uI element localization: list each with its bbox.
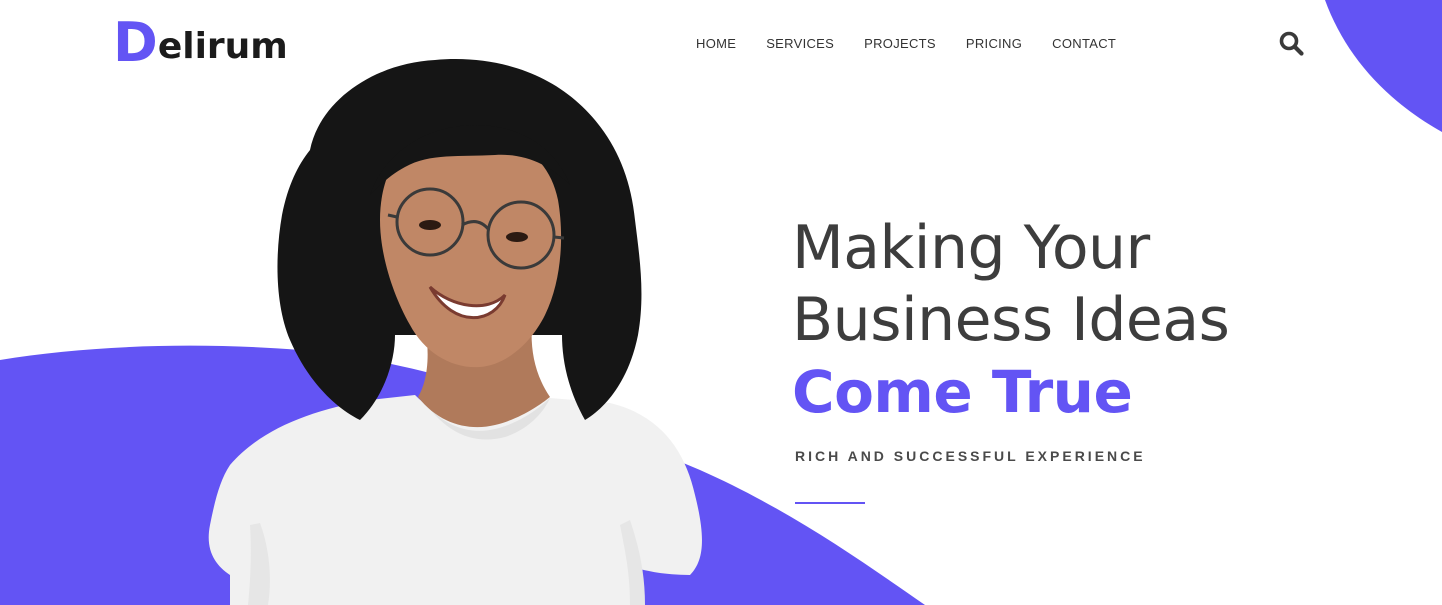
hero-heading-line1: Making Your (792, 213, 1150, 283)
search-icon (1279, 31, 1304, 56)
hero-divider (795, 502, 865, 504)
nav-services[interactable]: SERVICES (766, 36, 834, 52)
top-right-accent-blob (1325, 0, 1442, 132)
hero-heading-accent: Come True (792, 358, 1133, 426)
hero-tagline: RICH AND SUCCESSFUL EXPERIENCE (795, 448, 1146, 464)
main-nav: HOME SERVICES PROJECTS PRICING CONTACT (696, 36, 1116, 52)
nav-home[interactable]: HOME (696, 36, 736, 52)
logo[interactable]: D elirum (113, 11, 288, 74)
hero-heading-line2: Business Ideas (792, 285, 1230, 355)
search-button[interactable] (1278, 30, 1305, 57)
logo-wordmark: elirum (157, 26, 288, 67)
nav-contact[interactable]: CONTACT (1052, 36, 1116, 52)
nav-pricing[interactable]: PRICING (966, 36, 1022, 52)
hero-person-image (208, 59, 702, 605)
nav-projects[interactable]: PROJECTS (864, 36, 936, 52)
hero-copy: Making Your Business Ideas Come True RIC… (792, 212, 1312, 464)
logo-initial: D (113, 11, 158, 74)
